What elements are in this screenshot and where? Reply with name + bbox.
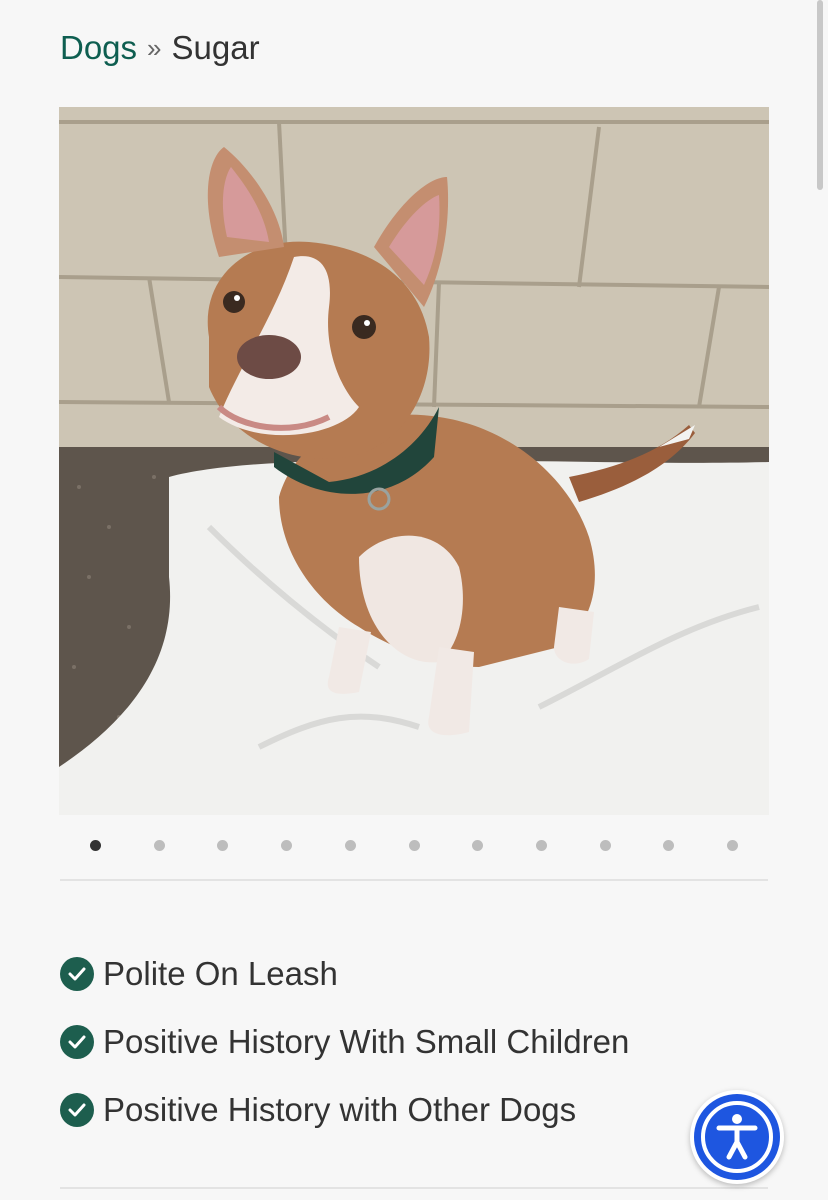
gallery-dot[interactable] (663, 840, 675, 851)
gallery-dot[interactable] (408, 840, 420, 851)
gallery-dot[interactable] (217, 840, 229, 851)
breadcrumb-separator: » (147, 32, 162, 63)
dog-photo[interactable] (59, 107, 769, 815)
gallery-dot[interactable] (344, 840, 356, 851)
page-scrollbar[interactable] (817, 0, 823, 190)
gallery-dot[interactable] (599, 840, 611, 851)
divider-bottom (60, 1187, 768, 1189)
gallery-pagination (60, 830, 768, 860)
divider-top (60, 879, 768, 881)
check-circle-icon (60, 957, 94, 991)
gallery-dot[interactable] (727, 840, 738, 851)
accessibility-button[interactable] (690, 1090, 784, 1184)
list-item: Positive History with Other Dogs (60, 1076, 680, 1144)
gallery-dot[interactable] (153, 840, 165, 851)
accessibility-person-icon (694, 1094, 780, 1180)
gallery-dot[interactable] (90, 840, 101, 851)
list-item: Polite On Leash (60, 940, 680, 1008)
gallery-dot[interactable] (281, 840, 293, 851)
breadcrumb-dogs-link[interactable]: Dogs (60, 29, 137, 67)
trait-list: Polite On Leash Positive History With Sm… (60, 940, 680, 1144)
check-circle-icon (60, 1093, 94, 1127)
check-circle-icon (60, 1025, 94, 1059)
trait-label: Positive History with Other Dogs (103, 1091, 577, 1128)
gallery-dot[interactable] (472, 840, 484, 851)
breadcrumb-current: Sugar (171, 29, 260, 66)
trait-label: Polite On Leash (103, 955, 338, 992)
list-item: Positive History With Small Children (60, 1008, 680, 1076)
trait-label: Positive History With Small Children (103, 1023, 630, 1060)
dog-photo-illustration (59, 107, 769, 815)
gallery-dot[interactable] (535, 840, 547, 851)
breadcrumb: Dogs » Sugar (60, 26, 260, 70)
